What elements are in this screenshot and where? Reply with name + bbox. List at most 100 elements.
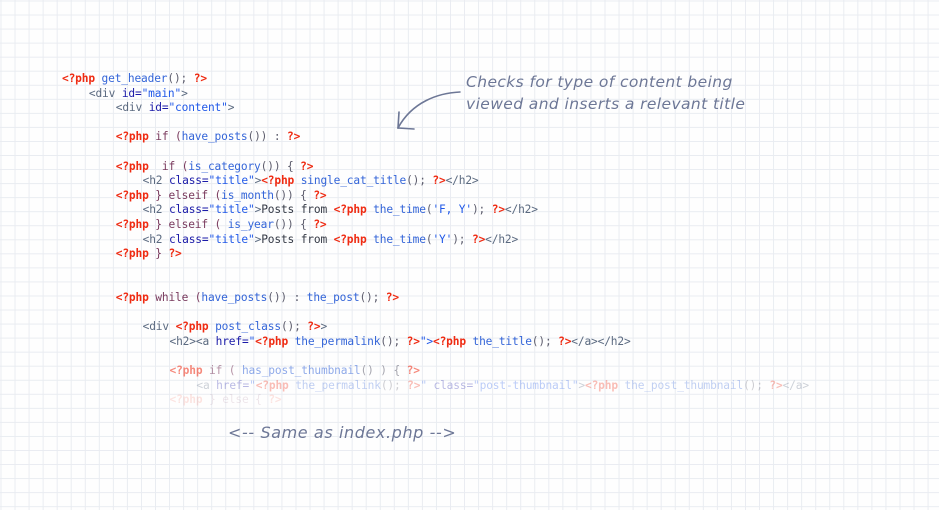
code-token: <h2><a <box>169 334 216 348</box>
code-token: <?php <box>115 130 149 144</box>
code-line: <?php } else { ?> <box>170 393 282 408</box>
code-token: "main" <box>141 86 182 100</box>
code-token: <div <box>115 101 149 115</box>
code-token: (); <box>531 334 559 348</box>
code-token: id= <box>148 101 169 115</box>
code-line: <?php while (have_posts()) : the_post();… <box>116 291 399 306</box>
code-token: "title" <box>208 174 255 188</box>
code-token: ()) : <box>267 291 307 304</box>
code-token: <div <box>88 86 122 100</box>
code-line: <h2 class="title"><?php single_cat_title… <box>143 174 479 189</box>
code-token: "content" <box>168 101 228 115</box>
annotation-bottom: <-- Same as index.php --> <box>228 423 457 442</box>
code-token: Posts from <box>261 203 334 217</box>
code-token: ); <box>471 203 492 217</box>
code-token: } elseif ( <box>148 188 222 202</box>
annotation-top-line2: viewed and inserts a relevant title <box>466 95 746 113</box>
code-token: ?> <box>406 364 420 377</box>
code-line: <?php } elseif ( is_year()) { ?> <box>116 218 327 233</box>
code-token: post_class <box>208 320 281 334</box>
code-token: ?> <box>407 378 421 392</box>
code-token: </h2> <box>485 232 519 246</box>
code-line: <div id="content"> <box>116 101 235 116</box>
code-token: 'Y' <box>432 232 453 246</box>
code-token: id= <box>121 86 142 100</box>
code-token: > <box>227 101 235 115</box>
code-token: ?> <box>287 130 301 144</box>
code-token: ?> <box>558 334 572 348</box>
code-token: </a> <box>782 378 809 392</box>
code-token: </h2> <box>504 203 538 217</box>
annotation-top-line1: Checks for type of content being <box>466 73 733 91</box>
code-token: the_title <box>465 334 532 348</box>
code-token: is_category <box>188 159 261 173</box>
code-token: <?php <box>333 203 367 217</box>
code-line: <a href="<?php the_permalink(); ?>" clas… <box>196 379 809 394</box>
code-token: ()) { <box>273 218 314 231</box>
code-token: ?> <box>307 320 321 334</box>
code-token: class= <box>433 378 474 392</box>
code-line: <?php if ( has_post_thumbnail() ) { ?> <box>170 364 420 379</box>
code-token: <?php <box>115 247 149 261</box>
code-line: <?php if (have_posts()) : ?> <box>115 130 301 145</box>
code-token: <?php <box>62 72 95 85</box>
code-token: <?php <box>115 218 149 231</box>
code-token: <div <box>142 320 176 334</box>
code-token: "title" <box>208 203 255 217</box>
code-token: the_time <box>366 203 426 217</box>
code-token: <?php <box>432 334 466 348</box>
code-token: ); <box>452 232 472 246</box>
code-token: </h2> <box>445 174 479 188</box>
code-token: ?> <box>313 188 327 202</box>
code-token: class= <box>168 174 209 188</box>
code-token: (); <box>167 72 194 85</box>
code-token: get_header <box>94 72 168 85</box>
code-token: <?php <box>169 393 203 407</box>
code-token: ?> <box>432 174 446 188</box>
code-token: have_posts <box>181 130 248 144</box>
code-token: if ( <box>148 130 182 144</box>
code-line: <h2><a href="<?php the_permalink(); ?>">… <box>170 335 631 350</box>
code-token: the_permalink <box>288 378 381 392</box>
code-token: ()) : <box>247 130 287 144</box>
code-token: "title" <box>208 232 255 246</box>
code-token: the_post_thumbnail <box>617 378 744 392</box>
code-token: <h2 <box>142 232 169 246</box>
code-token: the_permalink <box>288 334 381 348</box>
code-token: <?php <box>255 378 289 392</box>
code-token: (); <box>406 174 433 188</box>
code-token: ?> <box>769 378 783 392</box>
code-token: ()) { <box>260 159 301 173</box>
code-token: 'F, Y' <box>432 203 472 217</box>
code-token: ?> <box>491 203 505 217</box>
code-token: ?> <box>406 334 420 348</box>
code-token: if ( <box>202 364 242 377</box>
code-token: <?php <box>261 174 295 188</box>
code-token: " <box>249 378 256 392</box>
code-token: is_month <box>221 188 274 202</box>
code-token: } <box>148 247 169 261</box>
code-token: <?php <box>115 291 149 304</box>
code-token: class= <box>168 232 209 246</box>
code-token: (); <box>743 378 770 392</box>
code-token: while ( <box>148 291 202 304</box>
code-token: <?php <box>115 188 149 202</box>
code-token: ?> <box>268 393 282 407</box>
code-token: </a></h2> <box>571 334 631 348</box>
code-token: " <box>420 378 434 392</box>
code-line: <?php } elseif (is_month()) { ?> <box>116 189 327 204</box>
code-line: <div id="main"> <box>89 87 188 102</box>
code-token: ?> <box>168 247 182 261</box>
annotation-top: Checks for type of content being viewed a… <box>466 71 745 115</box>
code-token: <?php <box>115 159 149 173</box>
code-line: <?php get_header(); ?> <box>62 72 207 87</box>
code-token: href= <box>216 378 250 392</box>
code-token: <?php <box>169 364 203 377</box>
code-line: <h2 class="title">Posts from <?php the_t… <box>143 203 538 218</box>
code-token: the_time <box>366 232 426 246</box>
code-token: class= <box>168 203 209 217</box>
code-token: "post-thumbnail" <box>473 378 579 392</box>
code-token: is_year <box>227 218 274 231</box>
code-token: ?> <box>193 72 207 85</box>
code-token: } else { <box>202 393 269 407</box>
